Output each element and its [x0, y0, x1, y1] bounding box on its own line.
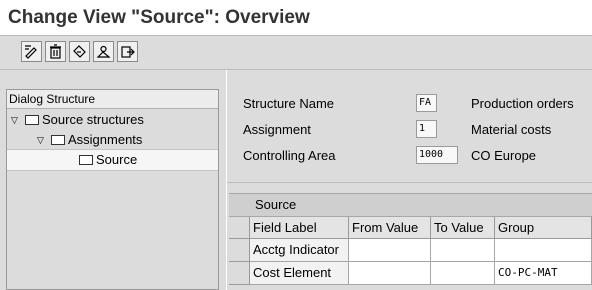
tree-item-label: Source	[96, 152, 138, 167]
undo-button[interactable]	[69, 41, 90, 62]
table-cell-to-value[interactable]	[431, 239, 495, 262]
dialog-structure-tree: Dialog Structure ▽ Source structures ▽ Ass…	[6, 89, 219, 290]
column-header-from-value[interactable]: From Value	[349, 217, 431, 239]
tree-item-label: Source structures	[42, 112, 144, 127]
row-selector[interactable]	[229, 262, 250, 285]
tree-item-source[interactable]: Source	[7, 149, 218, 171]
tree-item-label: Assignments	[68, 132, 143, 147]
undo-icon	[73, 45, 86, 58]
table-cell-to-value[interactable]	[431, 262, 495, 285]
change-display-icon	[25, 45, 37, 59]
column-header-group[interactable]: Group	[495, 217, 592, 239]
detail-panel: Structure Name FA Production orders Assi…	[227, 70, 592, 290]
delete-icon	[50, 44, 61, 59]
controlling-area-description: CO Europe	[471, 148, 537, 163]
table-cell-group[interactable]	[495, 239, 592, 262]
export-button[interactable]	[117, 41, 138, 62]
change-display-button[interactable]	[21, 41, 42, 62]
dialog-structure-panel: Dialog Structure ▽ Source structures ▽ Ass…	[0, 70, 226, 290]
folder-icon	[51, 135, 65, 145]
collapse-triangle-icon[interactable]: ▽	[11, 110, 23, 130]
table-title: Source	[229, 193, 592, 217]
tree-item-assignments[interactable]: ▽ Assignments	[37, 130, 142, 150]
collapse-triangle-icon[interactable]: ▽	[37, 130, 49, 150]
table-cell-from-value[interactable]	[349, 239, 431, 262]
table-cell-group[interactable]: CO-PC-MAT	[495, 262, 592, 285]
page-title: Change View "Source": Overview	[8, 7, 310, 28]
tree-header: Dialog Structure	[7, 90, 218, 109]
table-cell-from-value[interactable]	[349, 262, 431, 285]
controlling-area-field[interactable]: 1000	[416, 146, 458, 164]
select-all-icon	[96, 45, 111, 58]
title-bar: Change View "Source": Overview	[0, 0, 592, 36]
delete-button[interactable]	[45, 41, 66, 62]
assignment-description: Material costs	[471, 122, 552, 137]
folder-icon	[25, 115, 39, 125]
controlling-area-label: Controlling Area	[243, 148, 336, 163]
table-cell-field-label: Acctg Indicator	[250, 239, 349, 262]
application-toolbar	[0, 36, 592, 70]
tree-item-source-structures[interactable]: ▽ Source structures	[11, 110, 144, 130]
column-header-field-label[interactable]: Field Label	[250, 217, 349, 239]
structure-name-description: Production orders	[471, 96, 574, 111]
select-all-button[interactable]	[93, 41, 114, 62]
structure-name-label: Structure Name	[243, 96, 335, 111]
structure-name-field[interactable]: FA	[416, 94, 437, 112]
section-divider	[227, 182, 592, 183]
table-cell-field-label: Cost Element	[250, 262, 349, 285]
assignment-field[interactable]: 1	[416, 120, 437, 138]
column-header-to-value[interactable]: To Value	[431, 217, 495, 239]
assignment-label: Assignment	[243, 122, 311, 137]
row-selector[interactable]	[229, 239, 250, 262]
open-folder-icon	[79, 155, 93, 165]
select-all-column-header[interactable]	[229, 217, 250, 239]
export-icon	[121, 46, 135, 58]
